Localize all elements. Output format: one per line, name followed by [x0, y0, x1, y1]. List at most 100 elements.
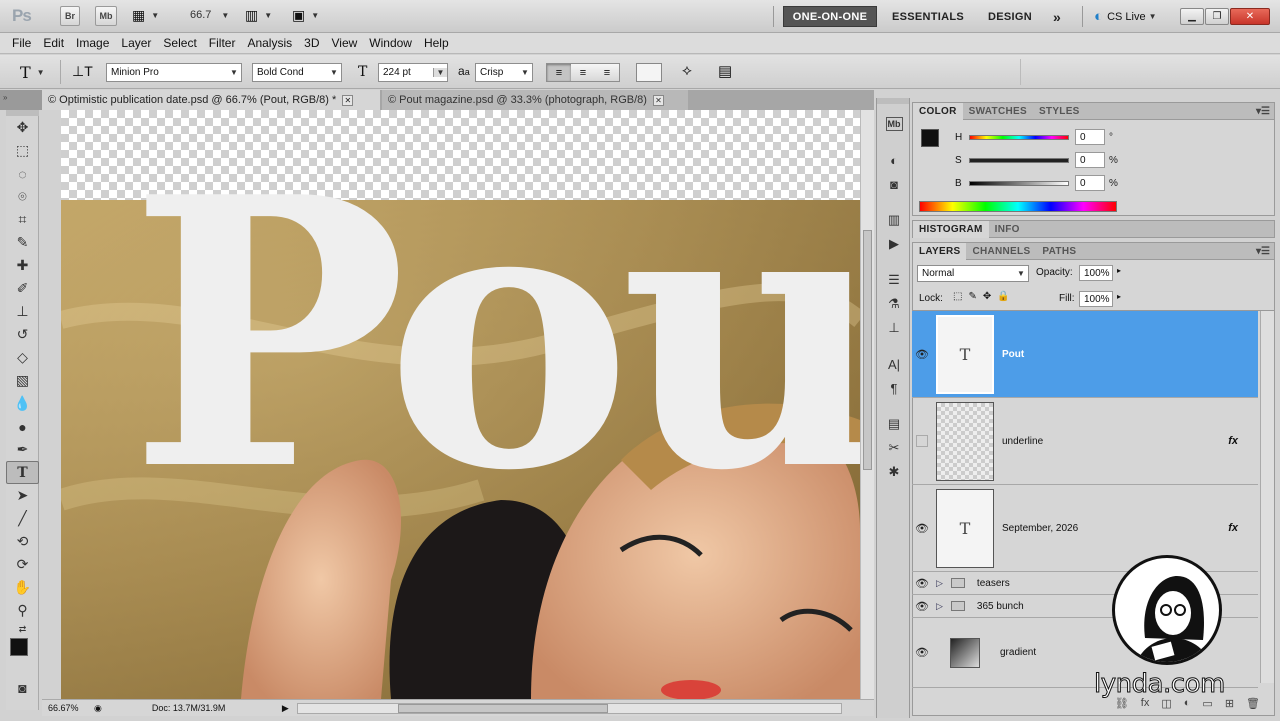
- marquee-tool[interactable]: ⬚: [6, 139, 39, 162]
- text-orientation-icon[interactable]: ⊥T: [72, 63, 93, 80]
- opacity-arrow-icon[interactable]: ▸: [1117, 266, 1121, 275]
- eye-icon[interactable]: 👁: [912, 485, 932, 572]
- more-workspaces-button[interactable]: »: [1044, 6, 1070, 27]
- zoom-percentage[interactable]: 66.67%: [48, 703, 88, 713]
- saturation-input[interactable]: 0: [1075, 152, 1105, 168]
- path-selection-tool[interactable]: ➤: [6, 484, 39, 507]
- horizontal-scrollbar[interactable]: [296, 702, 842, 714]
- document-tab-pout[interactable]: © Pout magazine.psd @ 33.3% (photograph,…: [382, 90, 688, 110]
- tool-preset-picker[interactable]: T ▼: [20, 63, 45, 82]
- font-family-select[interactable]: Minion Pro ▼: [106, 63, 242, 82]
- tab-swatches[interactable]: SWATCHES: [963, 103, 1033, 120]
- tab-info[interactable]: INFO: [989, 221, 1026, 238]
- menu-file[interactable]: File: [12, 36, 31, 50]
- fill-input[interactable]: 100%: [1079, 291, 1113, 307]
- zoom-tool[interactable]: ⚲: [6, 599, 39, 622]
- tab-channels[interactable]: CHANNELS: [966, 243, 1036, 260]
- quick-selection-tool[interactable]: ⌾: [6, 185, 39, 208]
- notes-panel-button[interactable]: ▤: [877, 412, 911, 436]
- close-button[interactable]: ✕: [1230, 8, 1270, 25]
- new-layer-icon[interactable]: ⊞: [1225, 697, 1234, 710]
- line-tool[interactable]: ╱: [6, 507, 39, 530]
- tab-histogram[interactable]: HISTOGRAM: [913, 220, 989, 238]
- font-size-select[interactable]: 224 pt ▼: [378, 63, 448, 82]
- type-tool[interactable]: T: [6, 461, 39, 484]
- visibility-toggle-off[interactable]: [912, 398, 932, 485]
- eye-icon[interactable]: 👁: [912, 311, 932, 398]
- menu-help[interactable]: Help: [424, 36, 449, 50]
- align-right-button[interactable]: ≡: [595, 64, 619, 81]
- blur-tool[interactable]: 💧: [6, 392, 39, 415]
- 3d-rotate-tool[interactable]: ⟲: [6, 530, 39, 553]
- panel-menu-icon[interactable]: ▾☰: [1256, 246, 1270, 257]
- clone-stamp-tool[interactable]: ⊥: [6, 300, 39, 323]
- eye-icon[interactable]: 👁: [912, 618, 932, 688]
- foreground-color[interactable]: [921, 129, 939, 147]
- minimize-button[interactable]: ▁: [1180, 8, 1204, 25]
- 3d-orbit-tool[interactable]: ⟳: [6, 553, 39, 576]
- foreground-color[interactable]: [10, 638, 28, 656]
- 3d-panel-button[interactable]: ✱: [877, 460, 911, 484]
- status-menu-arrow-icon[interactable]: ▶: [282, 703, 289, 714]
- menu-filter[interactable]: Filter: [209, 36, 236, 50]
- gradient-tool[interactable]: ▧: [6, 369, 39, 392]
- warp-text-button[interactable]: ⟡: [682, 62, 692, 79]
- align-left-button[interactable]: ≡: [547, 64, 571, 81]
- menu-3d[interactable]: 3D: [304, 36, 319, 50]
- eye-icon[interactable]: 👁: [912, 600, 932, 613]
- dodge-tool[interactable]: ●: [6, 415, 39, 438]
- swap-colors-button[interactable]: ⇄: [6, 622, 39, 636]
- layer-effects-badge[interactable]: fx: [1228, 522, 1238, 534]
- eraser-tool[interactable]: ◇: [6, 346, 39, 369]
- history-brush-tool[interactable]: ↺: [6, 323, 39, 346]
- lock-pixels-icon[interactable]: ✎: [968, 291, 976, 302]
- dock-grip[interactable]: [877, 98, 909, 104]
- hue-input[interactable]: 0: [1075, 129, 1105, 145]
- menu-select[interactable]: Select: [163, 36, 196, 50]
- eye-icon[interactable]: 👁: [912, 577, 932, 590]
- view-extras-button[interactable]: ▦ ▼: [132, 7, 159, 24]
- document-canvas[interactable]: Pou: [61, 110, 860, 699]
- camera-panel-button[interactable]: ◙: [877, 172, 911, 196]
- align-center-button[interactable]: ≡: [571, 64, 595, 81]
- menu-edit[interactable]: Edit: [43, 36, 64, 50]
- brightness-slider[interactable]: [969, 180, 1069, 186]
- character-panel-button[interactable]: A|: [877, 352, 911, 376]
- menu-analysis[interactable]: Analysis: [247, 36, 292, 50]
- masks-panel-button[interactable]: ⚗: [877, 292, 911, 316]
- scrollbar-thumb[interactable]: [397, 703, 608, 713]
- adjustments-panel-button[interactable]: ☰: [877, 268, 911, 292]
- mini-bridge-panel-button[interactable]: Mb: [877, 112, 911, 136]
- delete-layer-icon[interactable]: 🗑: [1246, 697, 1260, 710]
- lock-all-icon[interactable]: 🔒: [997, 291, 1009, 302]
- color-spectrum-bar[interactable]: [919, 201, 1117, 212]
- eyedropper-tool[interactable]: ✎: [6, 231, 39, 254]
- hand-tool[interactable]: ✋: [6, 576, 39, 599]
- expand-triangle-icon[interactable]: ▷: [936, 578, 943, 589]
- crop-tool[interactable]: ⌗: [6, 208, 39, 231]
- layer-row-underline[interactable]: underline fx: [912, 398, 1258, 485]
- healing-brush-tool[interactable]: ✚: [6, 254, 39, 277]
- tool-presets-panel-button[interactable]: ✂: [877, 436, 911, 460]
- cs-live-button[interactable]: ◐ CS Live ▼: [1094, 8, 1157, 25]
- text-color-swatch[interactable]: [636, 63, 662, 82]
- layer-effects-badge[interactable]: fx: [1228, 435, 1238, 447]
- pen-tool[interactable]: ✒: [6, 438, 39, 461]
- menu-window[interactable]: Window: [369, 36, 412, 50]
- panel-menu-icon[interactable]: ▾☰: [1256, 106, 1270, 117]
- paragraph-panel-button[interactable]: ¶: [877, 376, 911, 400]
- layers-scrollbar[interactable]: [1260, 311, 1274, 683]
- history-panel-button[interactable]: ▥: [877, 208, 911, 232]
- opacity-input[interactable]: 100%: [1079, 265, 1113, 281]
- layer-row-pout[interactable]: 👁 T Pout: [912, 311, 1258, 398]
- zoom-level-dropdown[interactable]: 66.7 ▼: [190, 9, 229, 21]
- status-options-icon[interactable]: ◉: [94, 703, 102, 714]
- screen-mode-button[interactable]: ▣ ▼: [292, 7, 319, 24]
- brightness-input[interactable]: 0: [1075, 175, 1105, 191]
- menu-image[interactable]: Image: [76, 36, 109, 50]
- move-tool[interactable]: ✥: [6, 116, 39, 139]
- brush-tool[interactable]: ✐: [6, 277, 39, 300]
- workspace-essentials[interactable]: ESSENTIALS: [885, 6, 971, 27]
- hue-slider[interactable]: [969, 134, 1069, 140]
- font-style-select[interactable]: Bold Cond ▼: [252, 63, 342, 82]
